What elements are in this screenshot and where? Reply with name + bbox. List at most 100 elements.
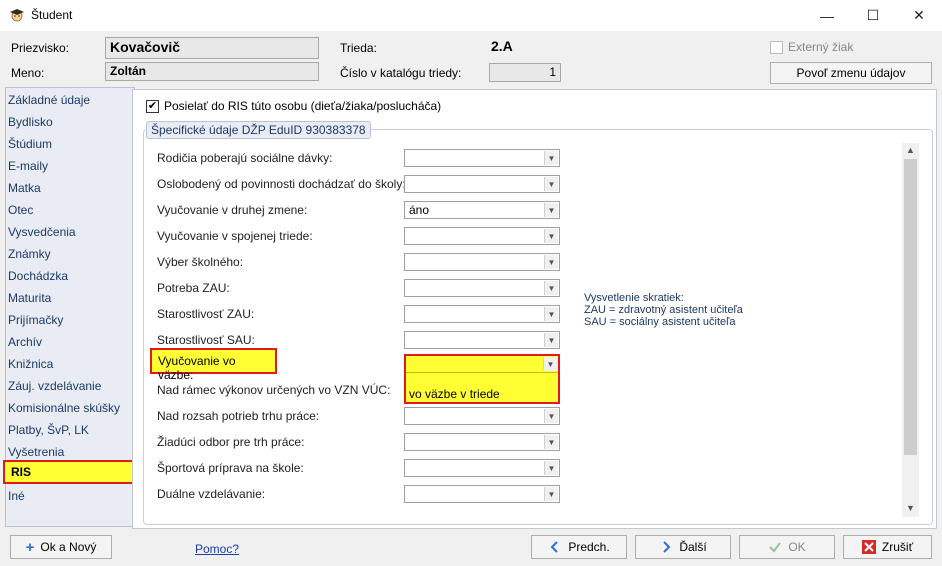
- sidebar-item-dochadzka[interactable]: Dochádzka: [8, 269, 68, 283]
- sidebar-item-otec[interactable]: Otec: [8, 203, 33, 217]
- previous-button[interactable]: Predch.: [531, 535, 627, 559]
- chevron-down-icon: ▼: [544, 435, 558, 449]
- combo-ziaduci-odbor[interactable]: ▼: [404, 433, 560, 451]
- row-label: Vyučovanie v druhej zmene:: [157, 203, 308, 217]
- combo-potreba-zau[interactable]: ▼: [404, 279, 560, 297]
- allow-change-button[interactable]: Povoľ zmenu údajov: [770, 62, 932, 84]
- sidebar-item-matka[interactable]: Matka: [8, 181, 41, 195]
- row-label: Potreba ZAU:: [157, 281, 230, 295]
- surname-field[interactable]: Kovačovič: [105, 37, 319, 59]
- row-label: Starostlivosť SAU:: [157, 333, 255, 347]
- checkbox-box: [770, 40, 783, 54]
- send-to-ris-checkbox[interactable]: ✔ Posielať do RIS túto osobu (dieťa/žiak…: [146, 99, 441, 113]
- combo-spojena-trieda[interactable]: ▼: [404, 227, 560, 245]
- combo-starostlivost-zau[interactable]: ▼: [404, 305, 560, 323]
- chevron-down-icon: ▼: [544, 151, 558, 165]
- sidebar-item-ris-label: RIS: [11, 465, 32, 479]
- combo-sportova-priprava[interactable]: ▼: [404, 459, 560, 477]
- row-label: Rodičia poberajú sociálne dávky:: [157, 151, 333, 165]
- combo-osloboden[interactable]: ▼: [404, 175, 560, 193]
- combo-value: áno: [409, 203, 430, 217]
- chevron-down-icon: ▼: [544, 487, 558, 501]
- combo-rodicia-davky[interactable]: ▼: [404, 149, 560, 167]
- row-label: Duálne vzdelávanie:: [157, 487, 266, 501]
- sidebar-item-zauj-vzdelavanie[interactable]: Záuj. vzdelávanie: [8, 379, 101, 393]
- sidebar-item-zakladne-udaje[interactable]: Základné údaje: [8, 93, 90, 107]
- vertical-scrollbar[interactable]: ▲ ▼: [902, 143, 919, 517]
- ok-and-new-label: Ok a Nový: [40, 540, 97, 554]
- form-scroll-area: Rodičia poberajú sociálne dávky: ▼ Oslob…: [146, 143, 901, 517]
- minimize-button[interactable]: —: [804, 0, 850, 31]
- highlight-vazba-label: Vyučovanie vo väzbe:: [150, 348, 277, 382]
- sidebar-item-emaily[interactable]: E-maily: [8, 159, 48, 173]
- close-button[interactable]: ✕: [896, 0, 942, 31]
- maximize-icon: ☐: [866, 7, 880, 23]
- class-label: Trieda:: [340, 41, 377, 55]
- chevron-down-icon: ▼: [544, 255, 558, 269]
- cancel-button[interactable]: Zrušiť: [843, 535, 932, 559]
- note-line-sau: SAU = sociálny asistent učiteľa: [584, 316, 736, 328]
- chevron-down-icon: ▼: [544, 177, 558, 191]
- sidebar-item-maturita[interactable]: Maturita: [8, 291, 51, 305]
- sidebar-item-vysetrenia[interactable]: Vyšetrenia: [8, 445, 64, 459]
- ok-and-new-button[interactable]: + Ok a Nový: [10, 535, 112, 559]
- combo-starostlivost-sau[interactable]: ▼: [404, 331, 560, 349]
- scroll-up-icon[interactable]: ▲: [906, 145, 915, 155]
- catalog-field[interactable]: 1: [489, 63, 561, 82]
- note-title: Vysvetlenie skratiek:: [584, 292, 684, 304]
- class-value: 2.A: [491, 38, 513, 54]
- surname-label: Priezvisko:: [11, 41, 70, 55]
- row-label: Výber školného:: [157, 255, 244, 269]
- sidebar-item-bydlisko[interactable]: Bydlisko: [8, 115, 53, 129]
- cancel-x-icon: [861, 540, 876, 554]
- catalog-label: Číslo v katalógu triedy:: [340, 66, 462, 80]
- chevron-down-icon: ▼: [544, 281, 558, 295]
- row-label: Nad rámec výkonov určených vo VZN VÚC:: [157, 383, 391, 397]
- sidebar-item-studium[interactable]: Štúdium: [8, 137, 52, 151]
- checkbox-checked-icon: ✔: [146, 99, 159, 113]
- sidebar-item-platby[interactable]: Platby, ŠvP, LK: [8, 423, 89, 437]
- sidebar-item-archiv[interactable]: Archív: [8, 335, 42, 349]
- chevron-left-icon: [550, 541, 559, 553]
- maximize-button[interactable]: ☐: [850, 0, 896, 31]
- abbreviation-note: Vysvetlenie skratiek: ZAU = zdravotný as…: [584, 292, 743, 328]
- external-checkbox[interactable]: Externý žiak: [770, 40, 853, 54]
- chevron-right-icon: [663, 541, 671, 553]
- name-label: Meno:: [11, 66, 45, 80]
- sidebar-item-vysvedcenia[interactable]: Vysvedčenia: [8, 225, 76, 239]
- row-label: Vyučovanie vo väzbe:: [158, 354, 236, 382]
- chevron-down-icon: ▼: [544, 203, 558, 217]
- dropdown-divider: [406, 372, 558, 373]
- sidebar-item-kniznica[interactable]: Knižnica: [8, 357, 53, 371]
- cancel-label: Zrušiť: [881, 540, 914, 554]
- combo-nad-rozsah[interactable]: ▼: [404, 407, 560, 425]
- next-button[interactable]: Ďalší: [635, 535, 731, 559]
- chevron-down-icon: ▼: [544, 409, 558, 423]
- sidebar-item-znamky[interactable]: Známky: [8, 247, 51, 261]
- scrollbar-thumb[interactable]: [904, 159, 917, 455]
- combo-dualne-vzdelavanie[interactable]: ▼: [404, 485, 560, 503]
- row-label: Športová príprava na škole:: [157, 461, 304, 475]
- chevron-down-icon: ▼: [544, 461, 558, 475]
- note-line-zau: ZAU = zdravotný asistent učiteľa: [584, 304, 743, 316]
- group-title: Špecifické údaje DŽP EduID 930383378: [146, 121, 371, 139]
- row-label: Nad rozsah potrieb trhu práce:: [157, 409, 320, 423]
- row-label: Starostlivosť ZAU:: [157, 307, 255, 321]
- ok-button[interactable]: OK: [739, 535, 835, 559]
- help-link[interactable]: Pomoc?: [195, 542, 239, 556]
- sidebar-item-ris[interactable]: RIS: [3, 460, 134, 484]
- combo-vazba-open[interactable]: ▼ vo väzbe v triede: [404, 354, 560, 404]
- combo-druha-zmena[interactable]: áno ▼: [404, 201, 560, 219]
- scroll-down-icon[interactable]: ▼: [906, 503, 915, 513]
- chevron-down-icon: ▼: [544, 333, 558, 347]
- combo-vyber-skolneho[interactable]: ▼: [404, 253, 560, 271]
- sidebar-item-ine[interactable]: Iné: [8, 489, 25, 503]
- name-field[interactable]: Zoltán: [105, 62, 319, 81]
- chevron-down-icon: ▼: [544, 229, 558, 243]
- send-to-ris-label: Posielať do RIS túto osobu (dieťa/žiaka/…: [164, 99, 442, 113]
- dropdown-option[interactable]: vo väzbe v triede: [409, 387, 500, 401]
- sidebar-item-prijimacky[interactable]: Prijímačky: [8, 313, 63, 327]
- student-app-icon: [10, 9, 24, 22]
- sidebar-item-komisionalne-skusky[interactable]: Komisionálne skúšky: [8, 401, 120, 415]
- minimize-icon: —: [820, 7, 834, 24]
